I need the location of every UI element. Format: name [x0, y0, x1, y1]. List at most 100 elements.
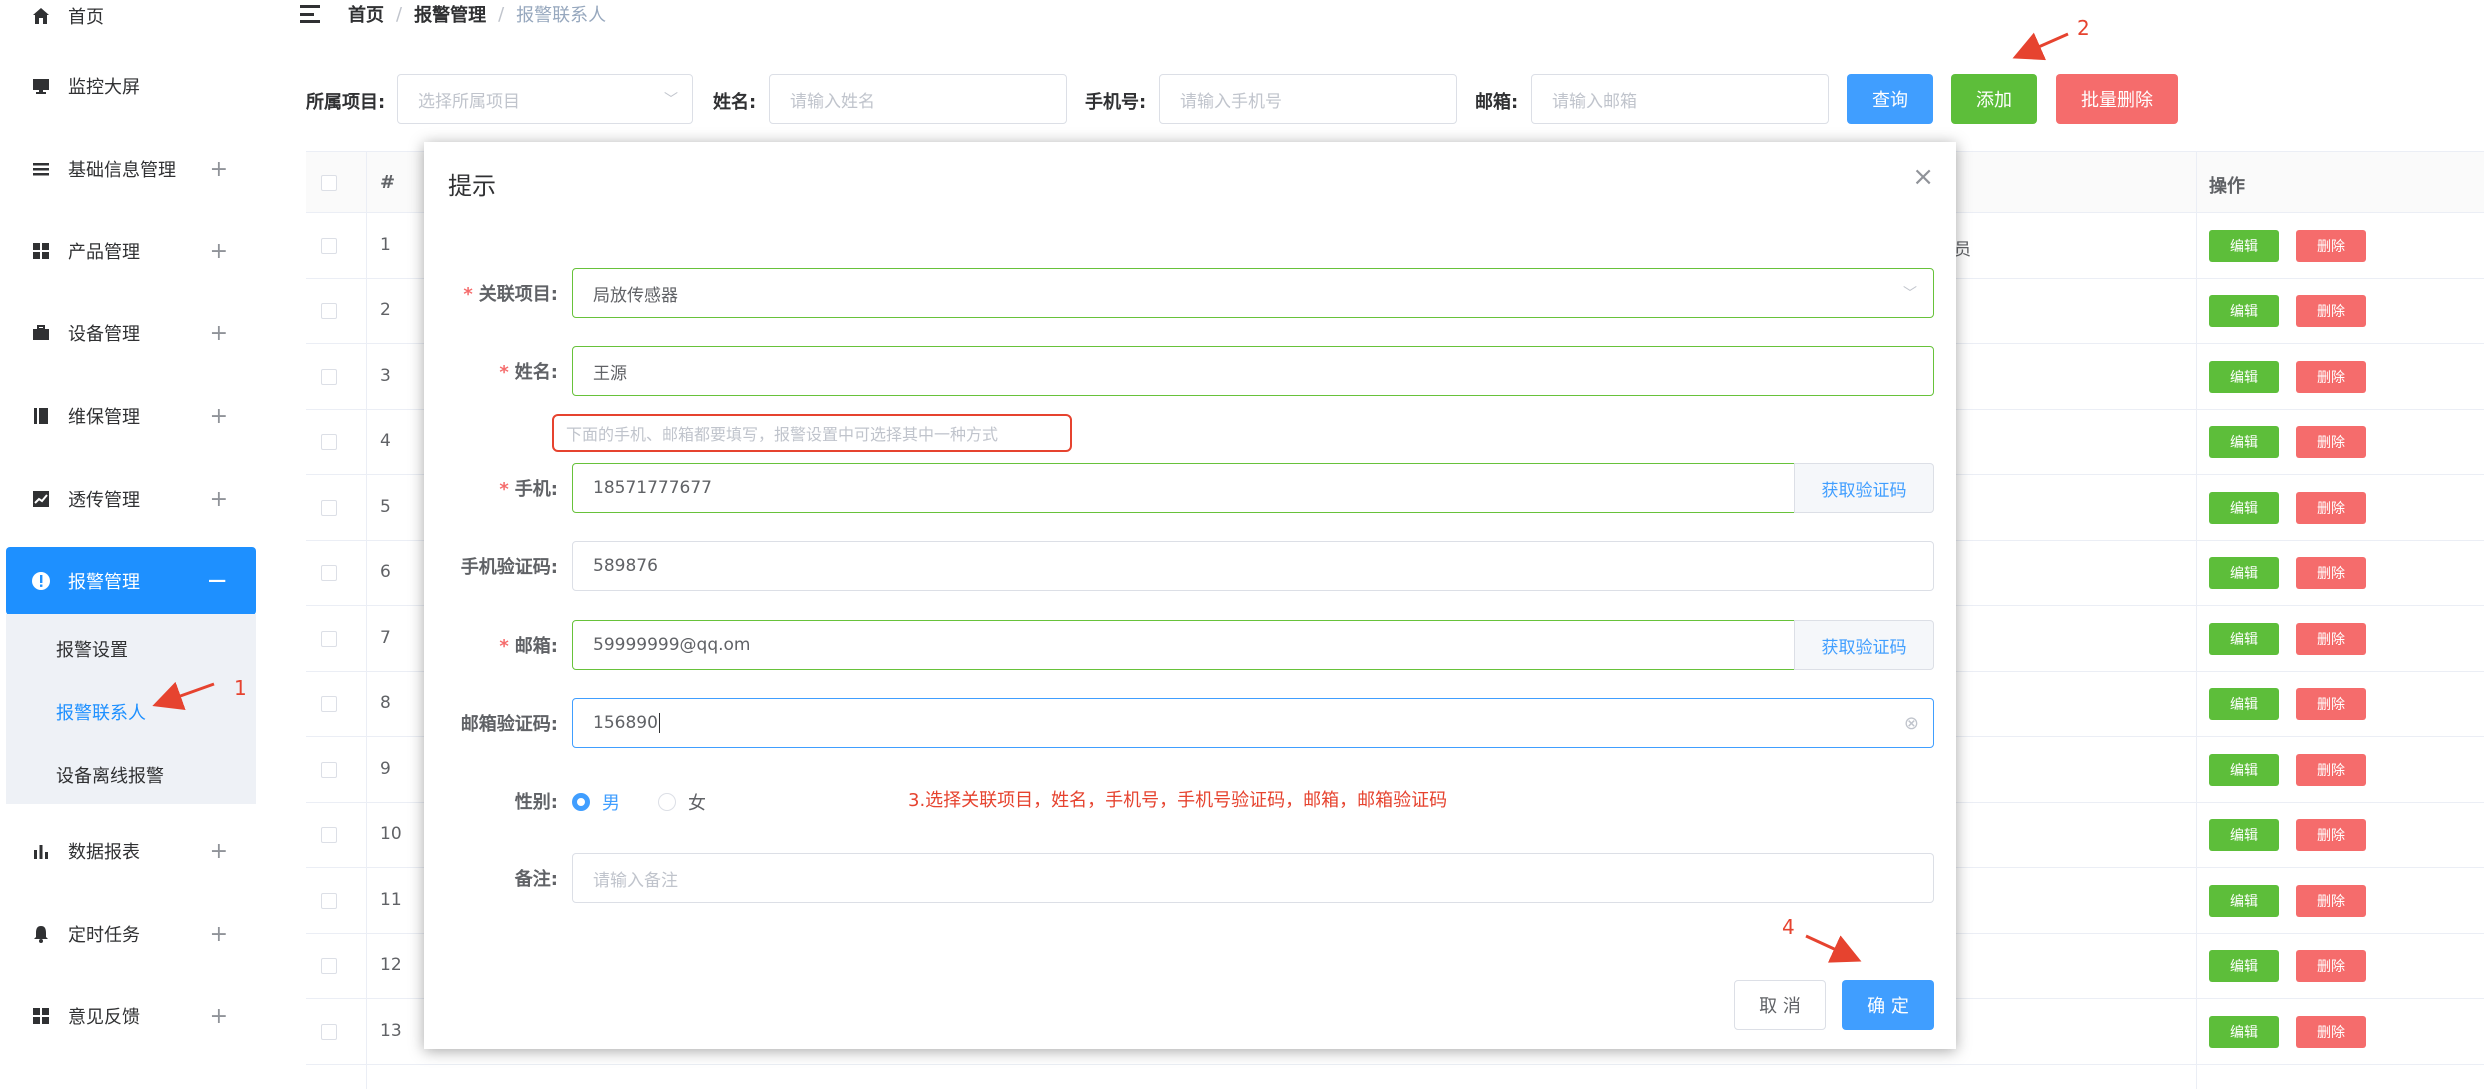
expand-plus-icon: +	[209, 1003, 228, 1029]
sidebar-item-label: 监控大屏	[68, 77, 140, 98]
submenu-item-alarm-settings[interactable]: 报警设置	[56, 636, 128, 662]
sidebar-item-basic-info[interactable]: 基础信息管理 +	[0, 135, 256, 203]
sidebar-item-product[interactable]: 产品管理 +	[0, 217, 256, 285]
phone-code-value: 589876	[593, 556, 658, 576]
row-edit-button[interactable]: 编辑	[2209, 229, 2279, 262]
briefcase-icon	[30, 322, 52, 344]
row-delete-button[interactable]: 删除	[2296, 819, 2366, 852]
breadcrumb-home[interactable]: 首页	[348, 1, 384, 27]
row-delete-button[interactable]: 删除	[2296, 688, 2366, 721]
row-index: 3	[380, 365, 391, 386]
project-filter-select[interactable]: 选择所属项目 ﹀	[397, 74, 693, 124]
row-delete-button[interactable]: 删除	[2296, 622, 2366, 655]
sidebar-item-alarm[interactable]: 报警管理 −	[6, 547, 256, 615]
get-phone-code-button[interactable]: 获取验证码	[1794, 463, 1934, 513]
sidebar-item-passthrough[interactable]: 透传管理 +	[0, 465, 256, 533]
project-select[interactable]: 局放传感器 ﹀	[572, 268, 1934, 318]
row-delete-button[interactable]: 删除	[2296, 491, 2366, 524]
email-code-input[interactable]: 156890 ⊗	[572, 698, 1934, 748]
row-checkbox[interactable]	[321, 368, 337, 385]
row-checkbox[interactable]	[321, 892, 337, 909]
cancel-button[interactable]: 取 消	[1734, 980, 1826, 1030]
name-input[interactable]: 王源	[572, 346, 1934, 396]
phone-filter-input[interactable]: 请输入手机号	[1159, 74, 1457, 124]
chevron-down-icon: ﹀	[1903, 286, 1917, 302]
row-edit-button[interactable]: 编辑	[2209, 819, 2279, 852]
email-filter-input[interactable]: 请输入邮箱	[1531, 74, 1829, 124]
add-button[interactable]: 添加	[1951, 74, 2037, 124]
sidebar-item-label: 产品管理	[68, 242, 140, 263]
row-edit-button[interactable]: 编辑	[2209, 491, 2279, 524]
sidebar-item-monitor[interactable]: 监控大屏	[0, 52, 256, 120]
row-delete-button[interactable]: 删除	[2296, 360, 2366, 393]
app-root: 首页 监控大屏 基础信息管理 + 产品管理 + 设备管理 + 维保管理 + 透传…	[0, 0, 2484, 1089]
sidebar-item-label: 维保管理	[68, 407, 140, 428]
sidebar-item-scheduled-tasks[interactable]: 定时任务 +	[0, 900, 256, 968]
row-delete-button[interactable]: 删除	[2296, 229, 2366, 262]
select-all-checkbox[interactable]	[321, 175, 337, 191]
sidebar-item-maintenance[interactable]: 维保管理 +	[0, 382, 256, 450]
alert-icon	[30, 570, 52, 592]
remark-input[interactable]: 请输入备注	[572, 853, 1934, 903]
phone-filter-placeholder: 请输入手机号	[1180, 91, 1282, 112]
email-filter-label: 邮箱:	[1475, 92, 1519, 113]
row-delete-button[interactable]: 删除	[2296, 1015, 2366, 1048]
row-checkbox[interactable]	[321, 630, 337, 647]
row-edit-button[interactable]: 编辑	[2209, 295, 2279, 328]
row-checkbox[interactable]	[321, 237, 337, 254]
row-checkbox[interactable]	[321, 958, 337, 975]
gender-radio-female[interactable]: 女	[658, 789, 706, 815]
row-edit-button[interactable]: 编辑	[2209, 1015, 2279, 1048]
row-checkbox[interactable]	[321, 434, 337, 451]
sidebar-item-feedback[interactable]: 意见反馈 +	[0, 982, 256, 1050]
grid-icon	[30, 1005, 52, 1027]
clear-input-icon[interactable]: ⊗	[1904, 713, 1919, 734]
row-edit-button[interactable]: 编辑	[2209, 622, 2279, 655]
sidebar-item-device[interactable]: 设备管理 +	[0, 299, 256, 367]
book-icon	[30, 405, 52, 427]
email-input[interactable]: 59999999@qq.om	[572, 620, 1796, 670]
row-checkbox[interactable]	[321, 1023, 337, 1040]
gender-radio-male[interactable]: 男	[572, 789, 620, 815]
batch-delete-button[interactable]: 批量删除	[2056, 74, 2178, 124]
row-edit-button[interactable]: 编辑	[2209, 557, 2279, 590]
close-icon[interactable]: ×	[1912, 162, 1934, 192]
submenu-item-alarm-contacts[interactable]: 报警联系人	[56, 699, 146, 725]
expand-plus-icon: +	[209, 156, 228, 182]
sidebar-item-reports[interactable]: 数据报表 +	[0, 817, 256, 885]
sidebar-item-home[interactable]: 首页	[0, 0, 256, 50]
row-delete-button[interactable]: 删除	[2296, 557, 2366, 590]
arrow-to-add	[2012, 32, 2069, 61]
phone-code-field-label: 手机验证码:	[460, 557, 558, 578]
get-email-code-button[interactable]: 获取验证码	[1794, 620, 1934, 670]
phone-input[interactable]: 18571777677	[572, 463, 1796, 513]
row-edit-button[interactable]: 编辑	[2209, 753, 2279, 786]
sidebar-item-label: 数据报表	[68, 842, 140, 863]
phone-code-input[interactable]: 589876	[572, 541, 1934, 591]
query-button[interactable]: 查询	[1847, 74, 1933, 124]
row-edit-button[interactable]: 编辑	[2209, 950, 2279, 983]
row-edit-button[interactable]: 编辑	[2209, 884, 2279, 917]
name-field-label: * 姓名:	[499, 362, 558, 383]
row-delete-button[interactable]: 删除	[2296, 753, 2366, 786]
row-checkbox[interactable]	[321, 827, 337, 844]
email-field-label: * 邮箱:	[499, 636, 558, 657]
menu-fold-icon[interactable]	[300, 5, 322, 23]
row-checkbox[interactable]	[321, 761, 337, 778]
row-edit-button[interactable]: 编辑	[2209, 688, 2279, 721]
submenu-item-device-offline-alarm[interactable]: 设备离线报警	[56, 762, 164, 788]
row-delete-button[interactable]: 删除	[2296, 295, 2366, 328]
name-filter-input[interactable]: 请输入姓名	[769, 74, 1067, 124]
row-index: 4	[380, 431, 391, 452]
row-checkbox[interactable]	[321, 499, 337, 516]
confirm-button[interactable]: 确 定	[1842, 980, 1934, 1030]
breadcrumb-section[interactable]: 报警管理	[414, 1, 486, 27]
row-delete-button[interactable]: 删除	[2296, 950, 2366, 983]
row-delete-button[interactable]: 删除	[2296, 884, 2366, 917]
row-edit-button[interactable]: 编辑	[2209, 426, 2279, 459]
row-checkbox[interactable]	[321, 303, 337, 320]
row-checkbox[interactable]	[321, 696, 337, 713]
row-edit-button[interactable]: 编辑	[2209, 360, 2279, 393]
row-checkbox[interactable]	[321, 565, 337, 582]
row-delete-button[interactable]: 删除	[2296, 426, 2366, 459]
